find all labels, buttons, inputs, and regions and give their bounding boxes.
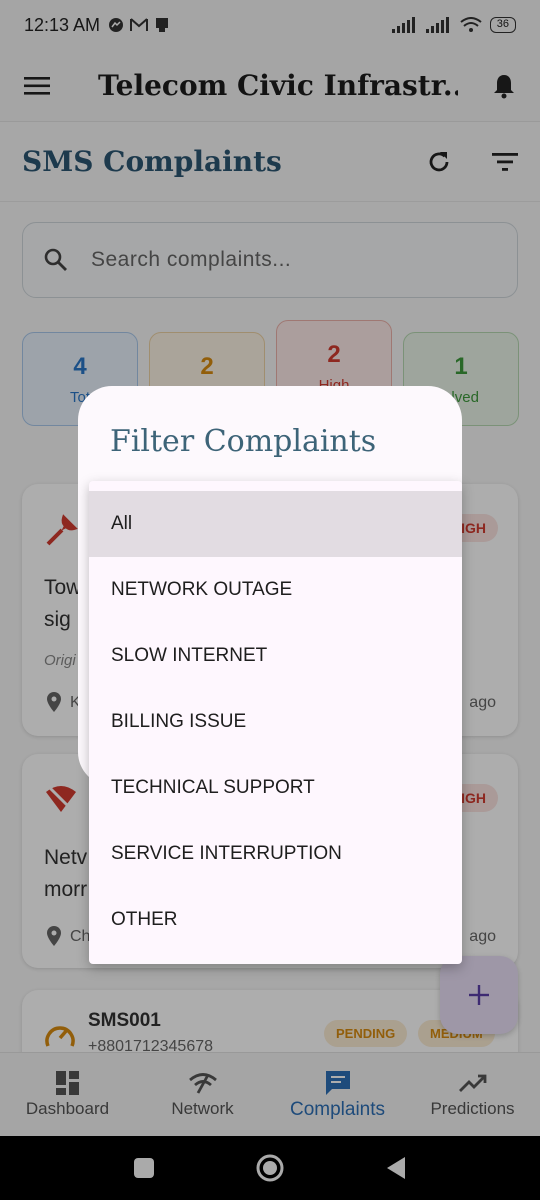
menu-item-slow-internet[interactable]: SLOW INTERNET xyxy=(89,623,462,689)
menu-item-service-interruption[interactable]: SERVICE INTERRUPTION xyxy=(89,821,462,887)
recents-button-icon[interactable] xyxy=(133,1157,155,1179)
home-button-icon[interactable] xyxy=(255,1153,285,1183)
back-button-icon[interactable] xyxy=(385,1156,407,1180)
menu-item-other[interactable]: OTHER xyxy=(89,887,462,953)
menu-item-all[interactable]: All xyxy=(89,491,462,557)
filter-dropdown-menu: All NETWORK OUTAGE SLOW INTERNET BILLING… xyxy=(89,481,462,964)
system-navigation xyxy=(0,1136,540,1200)
dialog-title: Filter Complaints xyxy=(110,424,377,459)
menu-item-technical-support[interactable]: TECHNICAL SUPPORT xyxy=(89,755,462,821)
menu-item-network-outage[interactable]: NETWORK OUTAGE xyxy=(89,557,462,623)
menu-item-billing-issue[interactable]: BILLING ISSUE xyxy=(89,689,462,755)
